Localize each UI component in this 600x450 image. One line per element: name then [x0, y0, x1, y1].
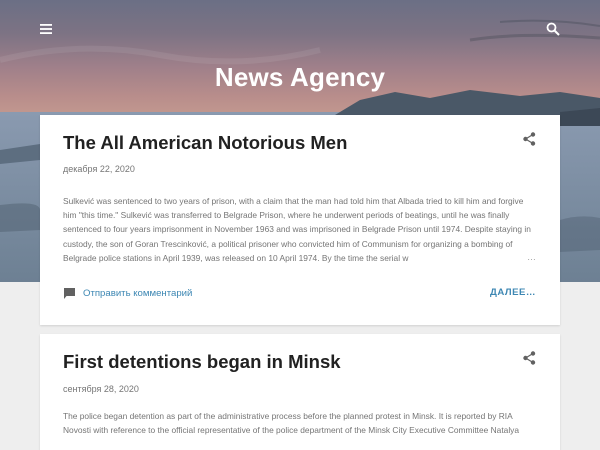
post-title[interactable]: First detentions began in Minsk — [63, 351, 341, 373]
post-date[interactable]: сентября 28, 2020 — [63, 384, 139, 394]
post-card: First detentions began in Minsk сентября… — [40, 334, 560, 450]
search-button[interactable] — [542, 18, 564, 40]
comment-icon — [64, 288, 75, 299]
search-icon — [546, 22, 560, 36]
post-snippet: The police began detention as part of th… — [63, 409, 539, 450]
post-comment-link[interactable]: Отправить комментарий — [63, 287, 192, 300]
share-button[interactable] — [523, 351, 536, 370]
post-card: The All American Notorious Men декабря 2… — [40, 115, 560, 325]
share-button[interactable] — [523, 132, 536, 151]
share-icon — [523, 132, 536, 146]
menu-button[interactable] — [35, 18, 57, 40]
read-more-link[interactable]: ДАЛЕЕ… — [490, 287, 536, 298]
comment-link-label: Отправить комментарий — [83, 288, 193, 299]
post-snippet-text: The police began detention as part of th… — [63, 411, 520, 436]
hamburger-menu-icon — [40, 24, 52, 34]
post-title[interactable]: The All American Notorious Men — [63, 132, 347, 154]
site-title[interactable]: News Agency — [0, 62, 600, 93]
share-icon — [523, 351, 536, 365]
post-date[interactable]: декабря 22, 2020 — [63, 164, 135, 174]
post-snippet: Sulkević was sentenced to two years of p… — [63, 194, 539, 265]
snippet-ellipsis: … — [527, 252, 536, 262]
